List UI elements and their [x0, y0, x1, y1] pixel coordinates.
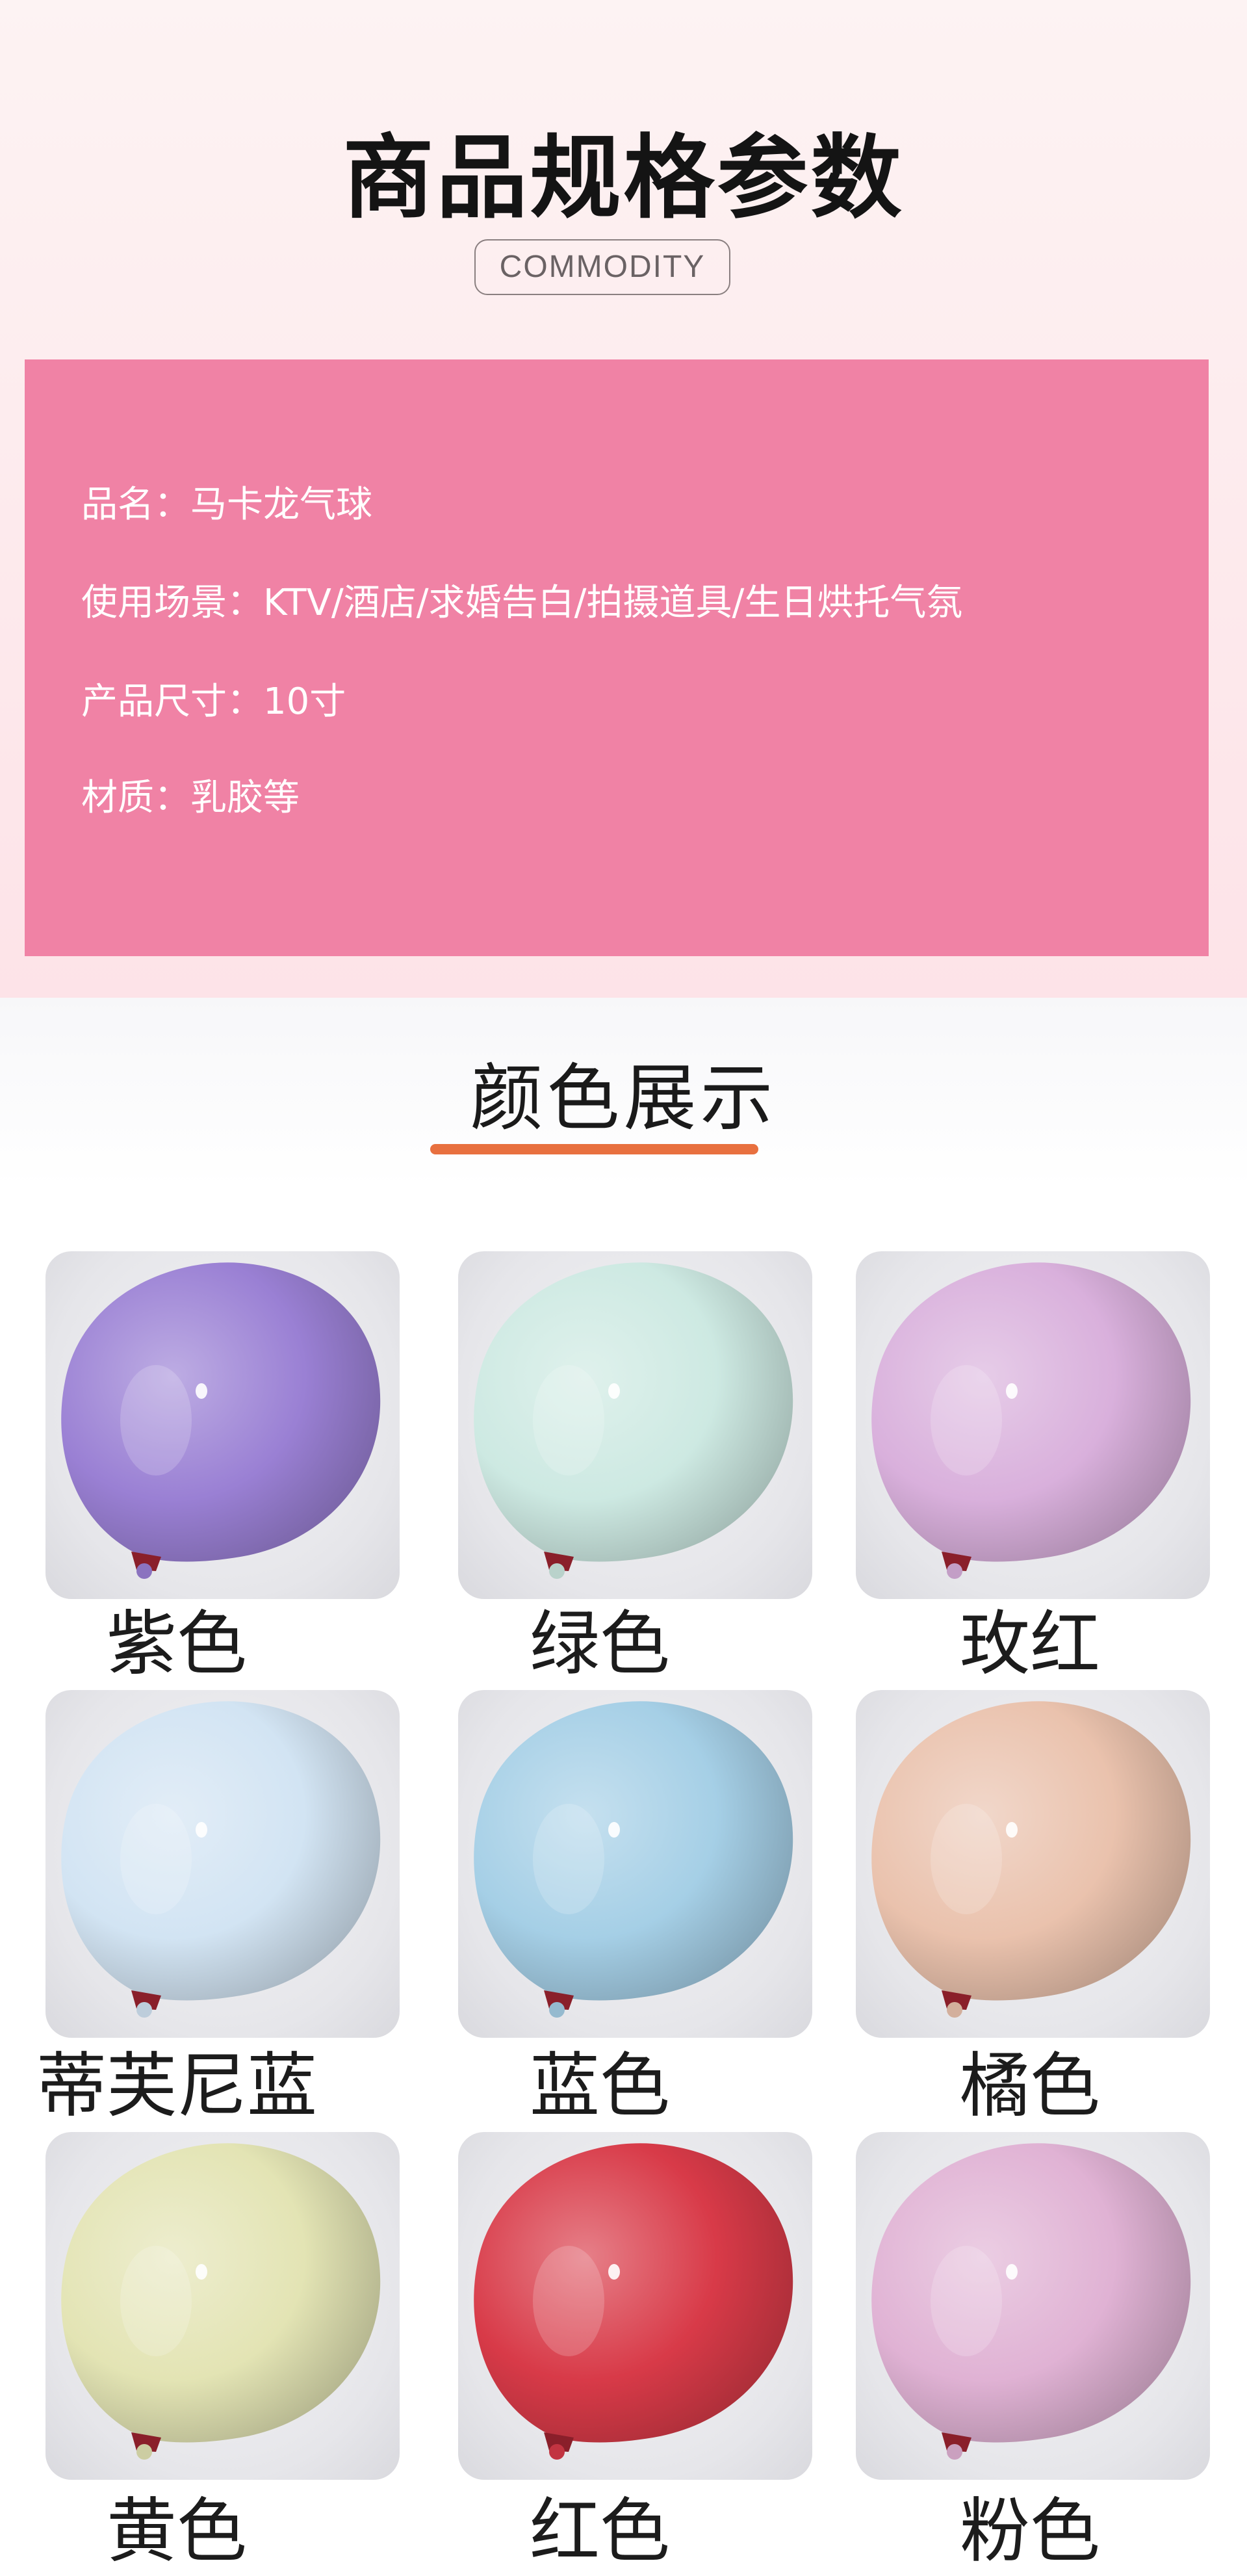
- commodity-badge: COMMODITY: [474, 239, 730, 295]
- spec-row-size: 产品尺寸：10寸: [81, 676, 346, 728]
- balloon-highlight: [1006, 1822, 1018, 1838]
- balloon-highlight: [196, 1822, 207, 1838]
- spec-key: 使用场景：: [81, 582, 263, 624]
- spec-row-usage: 使用场景：KTV/酒店/求婚告白/拍摄道具/生日烘托气氛: [81, 577, 962, 629]
- balloon-highlight: [608, 2264, 620, 2280]
- spec-row-name: 品名：马卡龙气球: [81, 479, 372, 531]
- balloon-tile: [856, 1251, 1210, 1599]
- balloon-body: [474, 1701, 793, 2001]
- spec-key: 品名：: [81, 484, 190, 526]
- balloon-tile: [856, 2132, 1210, 2480]
- balloon-tie: [136, 1563, 152, 1579]
- balloon-glow: [120, 1804, 192, 1914]
- green-balloon-icon: [474, 1262, 793, 1579]
- balloon-highlight: [608, 1383, 620, 1399]
- balloon-body: [61, 2143, 381, 2443]
- color-label: 橘色: [959, 2046, 1100, 2127]
- blue-balloon-icon: [474, 1701, 793, 2018]
- color-label: 紫色: [106, 1604, 247, 1685]
- tiffany-blue-balloon-icon: [61, 1701, 381, 2018]
- balloon-glow: [533, 2246, 604, 2356]
- yellow-balloon-icon: [61, 2143, 381, 2460]
- spec-value: KTV/酒店/求婚告白/拍摄道具/生日烘托气氛: [263, 582, 963, 624]
- color-label: 绿色: [529, 1604, 670, 1685]
- balloon-body: [474, 2143, 793, 2443]
- balloon-tile: [458, 1251, 812, 1599]
- balloon-glow: [931, 1804, 1002, 1914]
- balloon-tie: [549, 2002, 565, 2018]
- color-label: 玫红: [959, 1604, 1100, 1685]
- balloon-body: [871, 1262, 1191, 1562]
- balloon-glow: [533, 1804, 604, 1914]
- red-balloon-icon: [474, 2143, 793, 2460]
- balloon-highlight: [196, 1383, 207, 1399]
- balloon-highlight: [196, 2264, 207, 2280]
- color-label: 蓝色: [529, 2046, 670, 2127]
- color-label: 红色: [529, 2491, 670, 2572]
- orange-balloon-icon: [871, 1701, 1191, 2018]
- balloon-highlight: [1006, 2264, 1018, 2280]
- rose-balloon-icon: [871, 1262, 1191, 1579]
- balloon-glow: [931, 2246, 1002, 2356]
- spec-value: 马卡龙气球: [190, 484, 372, 526]
- spec-key: 产品尺寸：: [81, 681, 263, 723]
- title-underline: [430, 1144, 758, 1154]
- balloon-glow: [931, 1365, 1002, 1476]
- balloon-glow: [120, 1365, 192, 1476]
- balloon-glow: [120, 2246, 192, 2356]
- spec-key: 材质：: [81, 777, 190, 819]
- balloon-tie: [947, 2444, 962, 2460]
- balloon-highlight: [608, 1822, 620, 1838]
- balloon-tie: [549, 1563, 565, 1579]
- spec-row-material: 材质：乳胶等: [81, 772, 300, 824]
- balloon-tile: [45, 1690, 400, 2038]
- balloon-tie: [549, 2444, 565, 2460]
- balloon-tie: [136, 2002, 152, 2018]
- balloon-body: [871, 1701, 1191, 2001]
- balloon-tile: [45, 1251, 400, 1599]
- spec-value: 10寸: [263, 681, 346, 723]
- balloon-body: [61, 1701, 381, 2001]
- balloon-tile: [856, 1690, 1210, 2038]
- balloon-tie: [947, 1563, 962, 1579]
- balloon-glow: [533, 1365, 604, 1476]
- balloon-body: [871, 2143, 1191, 2443]
- balloon-highlight: [1006, 1383, 1018, 1399]
- color-label: 蒂芙尼蓝: [36, 2046, 317, 2127]
- balloon-body: [61, 1262, 381, 1562]
- balloon-tie: [947, 2002, 962, 2018]
- balloon-tile: [458, 1690, 812, 2038]
- spec-title: 商品规格参数: [342, 125, 905, 231]
- spec-panel: [25, 359, 1209, 956]
- pink-balloon-icon: [871, 2143, 1191, 2460]
- balloon-tile: [45, 2132, 400, 2480]
- balloon-tie: [136, 2444, 152, 2460]
- color-label: 黄色: [106, 2491, 247, 2572]
- balloon-tile: [458, 2132, 812, 2480]
- color-title: 颜色展示: [470, 1056, 777, 1141]
- color-label: 粉色: [959, 2491, 1100, 2572]
- purple-balloon-icon: [61, 1262, 381, 1579]
- spec-value: 乳胶等: [190, 777, 300, 819]
- balloon-body: [474, 1262, 793, 1562]
